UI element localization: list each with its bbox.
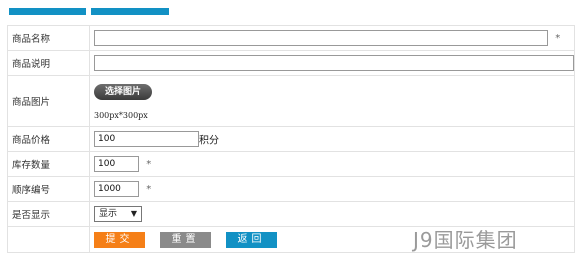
order-required-mark: * — [146, 183, 152, 195]
desc-label: 商品说明 — [7, 50, 90, 76]
row-desc: 商品说明 — [7, 50, 575, 76]
choose-image-button[interactable]: 选择图片 — [94, 84, 152, 100]
row-name: 商品名称 * — [7, 25, 575, 51]
name-cell: * — [89, 25, 575, 51]
order-label: 顺序编号 — [7, 176, 90, 202]
product-form: 商品名称 * 商品说明 商品图片 选择图片 300px*300px 商品价格 积… — [7, 25, 575, 253]
row-price: 商品价格 积分 — [7, 126, 575, 152]
desc-cell — [89, 50, 575, 76]
image-size-note: 300px*300px — [94, 111, 148, 120]
price-label: 商品价格 — [7, 126, 90, 152]
row-stock: 库存数量 * — [7, 151, 575, 177]
order-cell: * — [89, 176, 575, 202]
show-cell: 显示 ▼ — [89, 201, 575, 227]
price-input[interactable] — [94, 131, 199, 147]
stock-cell: * — [89, 151, 575, 177]
image-label: 商品图片 — [7, 75, 90, 127]
stock-label: 库存数量 — [7, 151, 90, 177]
row-order: 顺序编号 * — [7, 176, 575, 202]
show-select[interactable]: 显示 ▼ — [94, 206, 142, 222]
name-required-mark: * — [555, 32, 561, 44]
row-image: 商品图片 选择图片 300px*300px — [7, 75, 575, 127]
row-show: 是否显示 显示 ▼ — [7, 201, 575, 227]
back-button[interactable]: 返回 — [226, 231, 277, 248]
image-cell: 选择图片 300px*300px — [89, 75, 575, 127]
price-unit: 积分 — [199, 135, 219, 147]
order-input[interactable] — [94, 181, 139, 197]
watermark: J9国际集团 — [413, 228, 518, 252]
submit-button[interactable]: 提交 — [94, 231, 145, 248]
desc-input[interactable] — [94, 55, 574, 71]
tab-2[interactable] — [91, 8, 169, 15]
name-label: 商品名称 — [7, 25, 90, 51]
price-cell: 积分 — [89, 126, 575, 152]
show-selected-value: 显示 — [99, 209, 118, 219]
dropdown-arrow-icon: ▼ — [130, 209, 137, 218]
stock-required-mark: * — [146, 158, 152, 170]
stock-input[interactable] — [94, 156, 139, 172]
show-label: 是否显示 — [7, 201, 90, 227]
name-input[interactable] — [94, 30, 548, 46]
actions-label-cell — [7, 226, 90, 253]
tab-1[interactable] — [9, 8, 86, 15]
reset-button[interactable]: 重置 — [160, 231, 211, 248]
